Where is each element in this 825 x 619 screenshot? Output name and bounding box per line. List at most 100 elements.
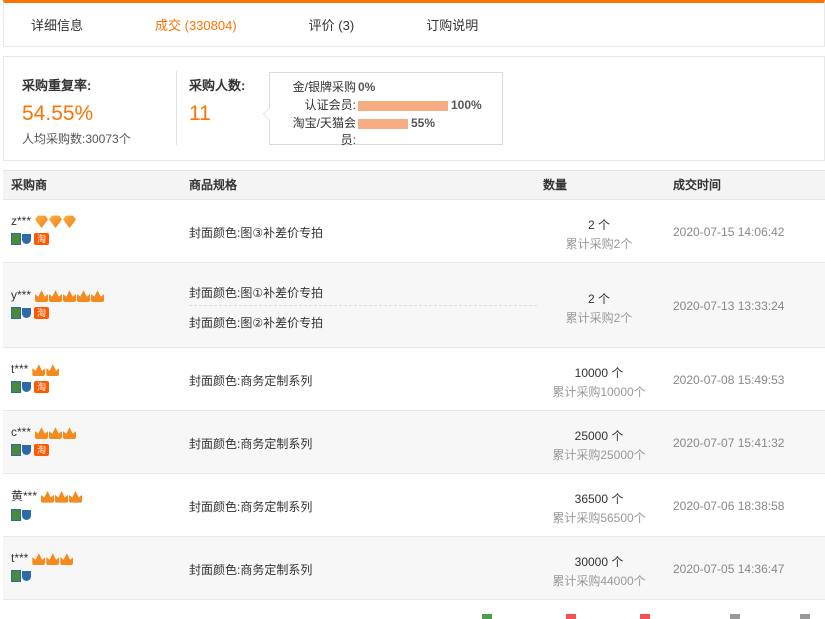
seller-rank — [35, 425, 77, 439]
shield-icon — [22, 233, 31, 244]
buyer-badges: 淘 — [11, 231, 77, 245]
crown-icon — [41, 490, 55, 503]
crown-icon — [49, 427, 63, 439]
spec-text: 封面颜色:商务定制系列 — [189, 500, 313, 514]
qty-cell: 2 个累计采购2个 — [539, 216, 659, 252]
breakdown-percent: 55% — [411, 116, 436, 130]
qty-value: 2 个 — [587, 292, 610, 306]
qty-cell: 10000 个累计采购10000个 — [539, 364, 659, 400]
buyer-badges: 淘 — [11, 305, 105, 319]
buyer-name: t*** — [11, 550, 29, 565]
qty-cell: 25000 个累计采购25000个 — [539, 427, 659, 463]
buyers-value: 11 — [189, 102, 211, 125]
seller-rank — [35, 288, 105, 302]
tab-bar: 详细信息 成交 (330804) 评价 (3) 订购说明 — [3, 0, 825, 47]
qty-value: 2 个 — [587, 218, 610, 232]
buyer-cell: t*** 淘 — [11, 361, 60, 393]
qty-total: 累计采购2个 — [565, 237, 633, 251]
buyer-cell: z*** 淘 — [11, 213, 77, 245]
crown-icon — [32, 553, 46, 565]
buyer-name: 黄*** — [11, 489, 38, 503]
qty-value: 25000 个 — [574, 429, 624, 443]
spec-text: 封面颜色:图①补差价专拍 — [189, 286, 324, 300]
crown-icon — [49, 290, 63, 302]
crown-icon — [46, 553, 60, 565]
tab-3[interactable]: 订购说明 — [426, 15, 478, 34]
qty-total: 累计采购2个 — [565, 311, 633, 325]
id-verified-icon — [11, 306, 21, 319]
qty-cell: 36500 个累计采购56500个 — [539, 490, 659, 526]
tooltip-arrow — [263, 107, 270, 121]
qty-cell: 30000 个累计采购44000个 — [539, 553, 659, 589]
seller-rank — [32, 551, 74, 565]
buyers-stat: 采购人数: 11 — [189, 75, 245, 126]
edge-mark-icon — [800, 614, 810, 619]
buyer-badges: 淘 — [11, 379, 60, 393]
tab-2[interactable]: 评价 (3) — [309, 15, 355, 34]
breakdown-bar — [358, 101, 448, 111]
avg-purchase-label: 人均采购数:30073个 — [22, 132, 131, 146]
qty-value: 36500 个 — [574, 492, 624, 506]
diamond-icon — [49, 215, 63, 228]
breakdown-bar — [358, 119, 408, 129]
qty-total: 累计采购56500个 — [552, 511, 646, 525]
deal-time: 2020-07-15 14:06:42 — [673, 225, 785, 239]
transaction-table: 采购商 商品规格 数量 成交时间 z*** 淘封面颜色:图③补差价专拍 2 个累计采… — [3, 170, 825, 600]
tab-1[interactable]: 成交 (330804) — [155, 15, 237, 34]
tab-0[interactable]: 详细信息 — [31, 15, 83, 34]
breakdown-row: 淘宝/天猫会员: 55% — [270, 115, 504, 147]
id-verified-icon — [11, 380, 21, 393]
qty-value: 30000 个 — [574, 555, 624, 569]
bottom-scroll-edge — [0, 612, 825, 619]
breakdown-row: 金/银牌采购 0% — [270, 79, 504, 96]
deal-time: 2020-07-13 13:33:24 — [673, 299, 785, 313]
breakdown-percent: 0% — [358, 80, 376, 94]
buyers-label: 采购人数: — [189, 78, 246, 93]
id-verified-icon — [11, 508, 21, 521]
breakdown-label: 认证会员: — [304, 98, 356, 112]
crown-icon — [46, 364, 60, 376]
deal-time: 2020-07-06 18:38:58 — [673, 499, 785, 513]
edge-mark-icon — [640, 614, 650, 619]
taobao-icon: 淘 — [34, 306, 49, 319]
id-verified-icon — [11, 443, 21, 456]
repeat-rate-stat: 采购重复率: 54.55% 人均采购数:30073个 — [22, 75, 131, 147]
shield-icon — [22, 307, 31, 318]
crown-icon — [77, 290, 91, 302]
header-time: 成交时间 — [673, 178, 722, 192]
repeat-rate-label: 采购重复率: — [22, 78, 92, 93]
spec-separator — [189, 305, 537, 306]
breakdown-row: 认证会员: 100% — [270, 97, 504, 114]
crown-icon — [63, 427, 77, 439]
divider — [176, 71, 177, 145]
taobao-icon: 淘 — [34, 380, 49, 393]
edge-mark-icon — [566, 614, 576, 619]
crown-icon — [63, 290, 77, 302]
buyer-name: y*** — [11, 287, 32, 302]
repeat-rate-value: 54.55% — [22, 102, 94, 125]
id-verified-icon — [11, 232, 21, 245]
breakdown-percent: 100% — [451, 98, 482, 112]
table-row: y*** 淘 封面颜色:图①补差价专拍 封面颜色:图②补差价专拍 2 个累计采购2个 20… — [3, 263, 825, 348]
diamond-icon — [63, 215, 77, 228]
crown-icon — [91, 290, 105, 302]
taobao-icon: 淘 — [34, 443, 49, 456]
spec-text: 封面颜色:图②补差价专拍 — [189, 316, 324, 330]
table-body: z*** 淘封面颜色:图③补差价专拍 2 个累计采购2个 2020-07-15 14:… — [3, 200, 825, 600]
buyer-name: c*** — [11, 424, 32, 439]
qty-total: 累计采购25000个 — [552, 448, 646, 462]
crown-icon — [35, 290, 49, 302]
seller-rank — [41, 488, 83, 503]
breakdown-label: 金/银牌采购 — [292, 80, 356, 94]
buyer-cell: c*** 淘 — [11, 424, 77, 456]
diamond-icon — [35, 215, 49, 228]
spec-text: 封面颜色:商务定制系列 — [189, 563, 313, 577]
id-verified-icon — [11, 569, 21, 582]
deal-time: 2020-07-05 14:36:47 — [673, 562, 785, 576]
buyer-name: t*** — [11, 361, 29, 376]
table-row: 黄*** 封面颜色:商务定制系列 36500 个累计采购56500个 2020-07-… — [3, 474, 825, 537]
table-header: 采购商 商品规格 数量 成交时间 — [3, 170, 825, 200]
table-row: z*** 淘 封面颜色:图③补差价专拍 2 个累计采购2个 2020-07-15 14:… — [3, 200, 825, 263]
buyer-cell: 黄*** — [11, 487, 83, 521]
buyer-badges — [11, 568, 74, 582]
